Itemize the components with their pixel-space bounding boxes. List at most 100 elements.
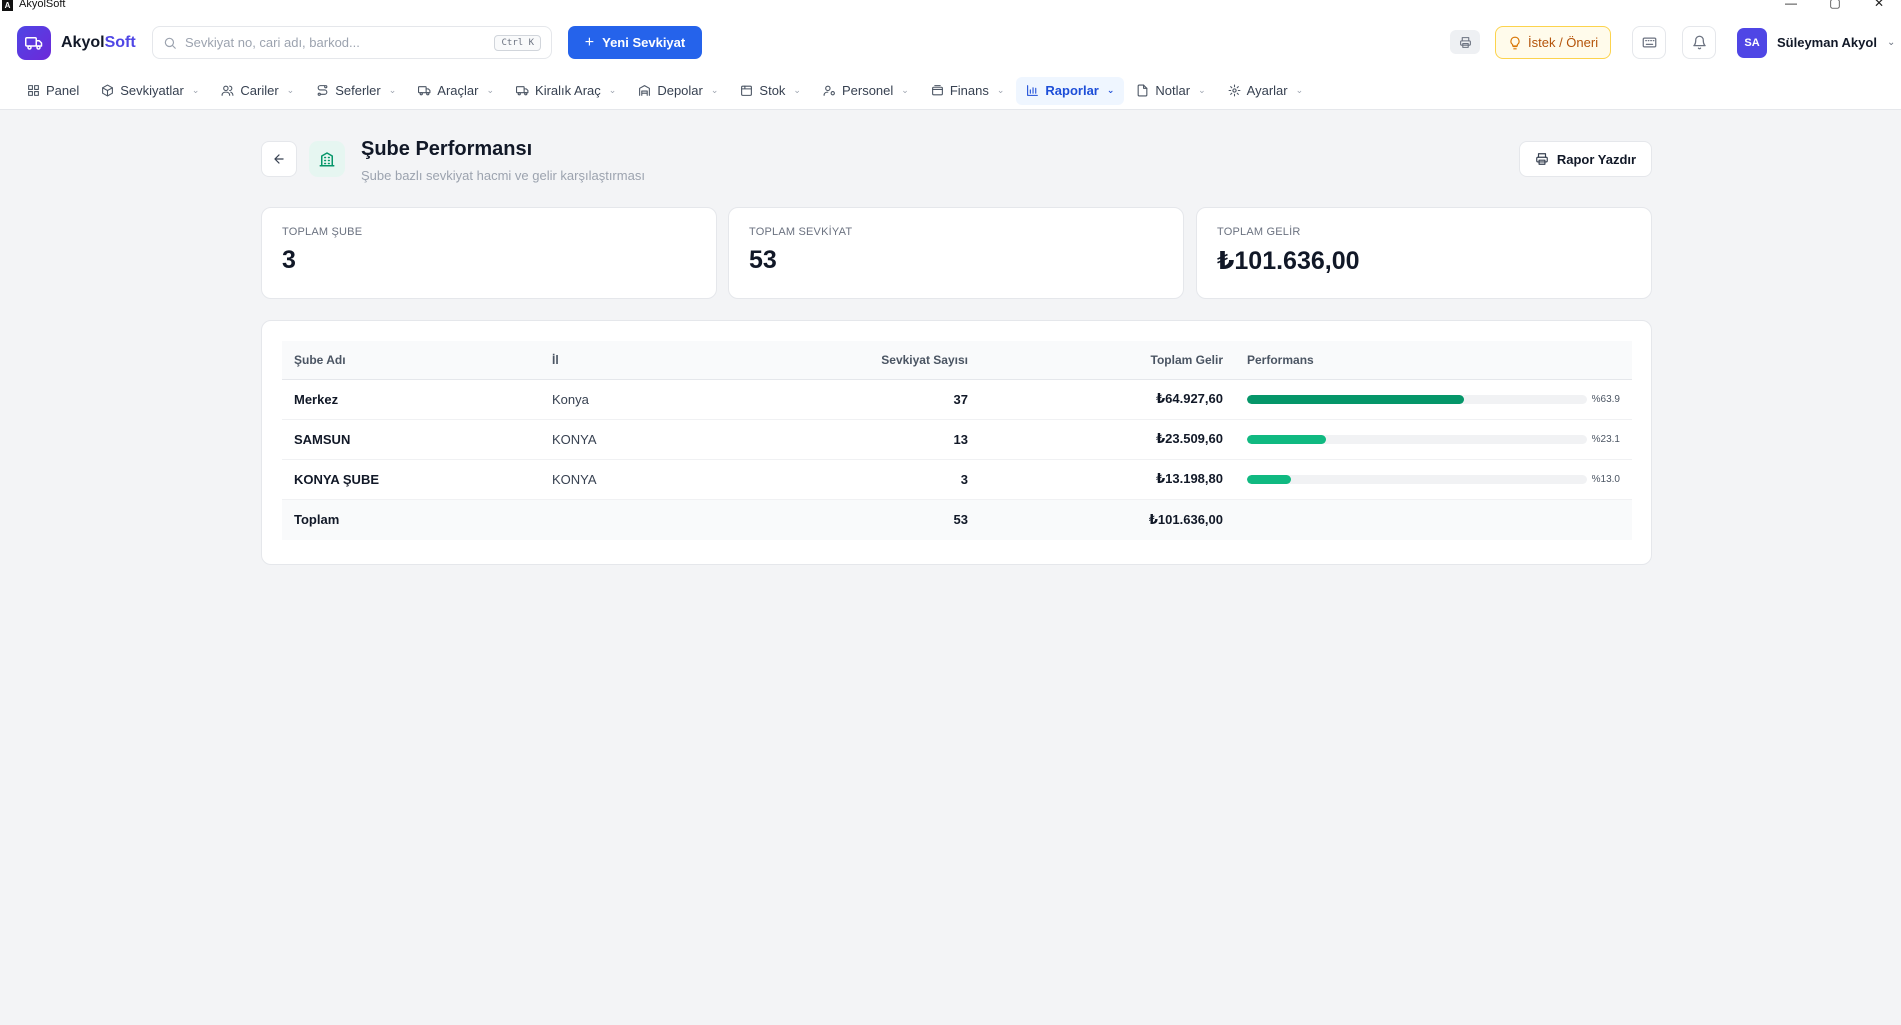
app-logo-icon: A xyxy=(2,0,13,11)
nav-item-label: Kiralık Araç xyxy=(535,83,601,98)
column-header-performance[interactable]: Performans xyxy=(1235,341,1632,380)
close-icon[interactable]: ✕ xyxy=(1857,0,1901,10)
nav-item-depolar[interactable]: Depolar ⌄ xyxy=(628,77,728,105)
stat-total-revenue: TOPLAM GELİR ₺101.636,00 xyxy=(1196,207,1652,299)
page-title: Şube Performansı xyxy=(361,138,533,160)
brand-name: AkyolSoft xyxy=(61,34,136,52)
box-icon xyxy=(741,85,753,96)
minimize-icon[interactable]: — xyxy=(1769,0,1813,10)
keyboard-icon xyxy=(1642,37,1656,48)
chevron-down-icon: ⌄ xyxy=(1295,85,1304,95)
nav-item-label: Seferler xyxy=(335,83,381,98)
truck-icon xyxy=(516,86,529,96)
branch-name: SAMSUN xyxy=(282,419,540,460)
nav-item-ayarlar[interactable]: Ayarlar ⌄ xyxy=(1218,77,1314,105)
gear-icon xyxy=(1228,84,1241,97)
nav-item-raporlar[interactable]: Raporlar ⌄ xyxy=(1016,76,1125,105)
user-name: Süleyman Akyol xyxy=(1777,35,1877,50)
new-shipment-button[interactable]: + Yeni Sevkiyat xyxy=(568,26,702,59)
nav-item-label: Finans xyxy=(949,83,989,98)
performance-cell: %63.9 xyxy=(1235,379,1632,420)
nav-item-personel[interactable]: Personel ⌄ xyxy=(813,77,919,105)
chevron-down-icon: ⌄ xyxy=(286,85,295,95)
column-header-city[interactable]: İl xyxy=(540,341,798,380)
nav-item-label: Personel xyxy=(841,83,894,98)
main-navigation: Panel Sevkiyatlar ⌄ Cariler ⌄ Seferler ⌄ Araçla… xyxy=(0,72,1901,110)
column-header-count[interactable]: Sevkiyat Sayısı xyxy=(798,341,980,380)
nav-item-seferler[interactable]: Seferler ⌄ xyxy=(306,77,406,105)
nav-item-cariler[interactable]: Cariler ⌄ xyxy=(211,77,304,105)
truck-icon xyxy=(418,86,431,96)
maximize-icon[interactable]: ▢ xyxy=(1813,0,1857,10)
stat-label: TOPLAM ŞUBE xyxy=(282,226,363,238)
keyboard-shortcuts-button[interactable] xyxy=(1632,26,1666,59)
suggestion-label: İstek / Öneri xyxy=(1528,35,1599,50)
table-row[interactable]: KONYA ŞUBE KONYA 3 ₺13.198,80 %13.0 xyxy=(282,459,1632,500)
table-row[interactable]: Merkez Konya 37 ₺64.927,60 %63.9 xyxy=(282,379,1632,420)
avatar: SA xyxy=(1737,27,1767,58)
chevron-down-icon: ⌄ xyxy=(901,85,909,95)
chevron-down-icon: ⌄ xyxy=(1106,85,1115,95)
performance-bar-fill xyxy=(1247,394,1465,404)
total-empty-cell xyxy=(540,498,798,540)
chevron-down-icon: ⌄ xyxy=(388,85,397,95)
user-cog-icon xyxy=(823,85,835,96)
notifications-button[interactable] xyxy=(1682,26,1716,59)
table-row[interactable]: SAMSUN KONYA 13 ₺23.509,60 %23.1 xyxy=(282,419,1632,460)
route-icon xyxy=(317,85,328,96)
top-header: AkyolSoft Ctrl K + Yeni Sevkiyat İstek /… xyxy=(0,12,1901,72)
file-icon xyxy=(1138,84,1148,97)
chevron-down-icon: ⌄ xyxy=(710,85,719,95)
performance-bar-track xyxy=(1247,434,1587,444)
nav-item-label: Stok xyxy=(759,83,786,98)
column-header-revenue[interactable]: Toplam Gelir xyxy=(980,341,1235,380)
nav-item-stok[interactable]: Stok ⌄ xyxy=(730,77,811,105)
print-queue-button[interactable] xyxy=(1450,30,1480,54)
branch-table-card: Şube Adı İl Sevkiyat Sayısı Toplam Gelir… xyxy=(261,320,1652,565)
search-input[interactable] xyxy=(185,35,495,50)
wallet-icon xyxy=(931,85,943,96)
nav-item-kiralık-araç[interactable]: Kiralık Araç ⌄ xyxy=(506,77,626,105)
back-button[interactable] xyxy=(261,141,297,177)
shipment-count: 13 xyxy=(798,419,980,460)
warehouse-icon xyxy=(639,85,651,96)
nav-item-finans[interactable]: Finans ⌄ xyxy=(921,77,1015,105)
truck-logo-icon xyxy=(17,26,51,60)
stat-value: 53 xyxy=(749,246,777,274)
performance-cell: %23.1 xyxy=(1235,419,1632,460)
nav-item-label: Depolar xyxy=(657,83,703,98)
branch-city: Konya xyxy=(540,379,798,420)
users-icon xyxy=(221,85,234,96)
total-revenue: ₺101.636,00 xyxy=(980,498,1235,540)
chevron-down-icon: ⌄ xyxy=(1198,85,1206,95)
stat-total-shipments: TOPLAM SEVKİYAT 53 xyxy=(728,207,1184,299)
total-empty-cell xyxy=(1235,498,1632,540)
suggestion-button[interactable]: İstek / Öneri xyxy=(1495,26,1612,59)
performance-cell: %13.0 xyxy=(1235,459,1632,500)
nav-item-notlar[interactable]: Notlar ⌄ xyxy=(1126,77,1215,105)
branch-revenue: ₺64.927,60 xyxy=(980,379,1235,420)
total-label: Toplam xyxy=(282,498,540,540)
brand-logo[interactable]: AkyolSoft xyxy=(17,26,136,60)
performance-percent: %63.9 xyxy=(1591,393,1620,405)
stat-label: TOPLAM GELİR xyxy=(1217,226,1301,238)
global-search[interactable]: Ctrl K xyxy=(152,26,552,59)
print-report-button[interactable]: Rapor Yazdır xyxy=(1519,141,1652,177)
chevron-down-icon: ⌄ xyxy=(996,85,1005,95)
new-shipment-label: Yeni Sevkiyat xyxy=(602,35,686,50)
os-window-title: AkyolSoft xyxy=(19,0,66,10)
user-menu[interactable]: SA Süleyman Akyol ⌄ xyxy=(1737,26,1895,59)
nav-item-label: Cariler xyxy=(240,83,279,98)
branch-city: KONYA xyxy=(540,419,798,460)
nav-item-panel[interactable]: Panel xyxy=(17,77,89,105)
bar-chart-icon xyxy=(1027,85,1039,96)
stat-value: ₺101.636,00 xyxy=(1217,247,1360,275)
column-header-name[interactable]: Şube Adı xyxy=(282,341,540,380)
nav-item-araçlar[interactable]: Araçlar ⌄ xyxy=(408,77,504,105)
branch-revenue: ₺13.198,80 xyxy=(980,459,1235,500)
total-count: 53 xyxy=(798,498,980,540)
shipment-count: 3 xyxy=(798,459,980,500)
nav-item-sevkiyatlar[interactable]: Sevkiyatlar ⌄ xyxy=(91,77,209,105)
printer-icon xyxy=(1459,36,1471,48)
chevron-down-icon: ⌄ xyxy=(793,85,801,95)
